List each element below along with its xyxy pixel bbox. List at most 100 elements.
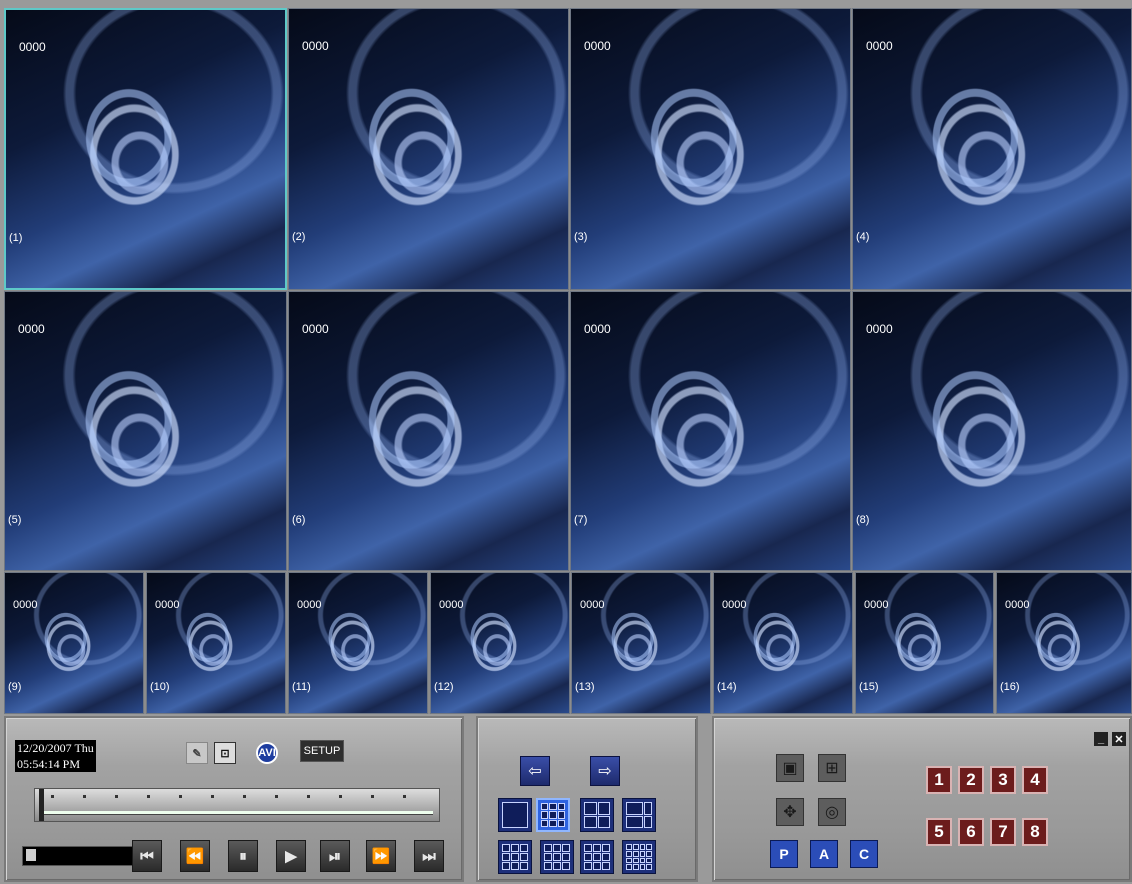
ptz-panel: ▣ ⊞ ✥ ◎ P A C 1 2 3 4 5 6 7 8 _ ✕: [712, 716, 1132, 882]
channel-8-button[interactable]: 8: [1022, 818, 1048, 846]
camera-view-15[interactable]: 0000 (15): [855, 572, 994, 714]
step-forward-icon[interactable]: ⏯: [320, 840, 350, 872]
layout-1plus12-icon[interactable]: [580, 840, 614, 874]
iris-icon[interactable]: ◎: [818, 798, 846, 826]
backup-icon[interactable]: ⊡: [214, 742, 236, 764]
camera-code: 0000: [155, 599, 180, 611]
channel-4-button[interactable]: 4: [1022, 766, 1048, 794]
focus-icon[interactable]: ⊞: [818, 754, 846, 782]
camera-code: 0000: [584, 39, 611, 53]
date-time-display: 12/20/2007 Thu 05:54:14 PM: [15, 740, 96, 772]
auto-pan-icon[interactable]: A: [810, 840, 838, 868]
camera-view-6[interactable]: 0000 (6): [288, 291, 569, 571]
minimize-button[interactable]: _: [1094, 732, 1108, 746]
slider-tick: [179, 795, 182, 798]
zoom-icon[interactable]: ▣: [776, 754, 804, 782]
timeline-slider[interactable]: [34, 788, 440, 822]
camera-code: 0000: [580, 599, 605, 611]
pause-icon[interactable]: ⏸: [228, 840, 258, 872]
slider-tick: [83, 795, 86, 798]
pan-tilt-icon[interactable]: ✥: [776, 798, 804, 826]
skip-start-icon[interactable]: ⏮: [132, 840, 162, 872]
camera-number: (4): [856, 231, 870, 243]
layout-4x4-icon[interactable]: [536, 798, 570, 832]
camera-view-3[interactable]: 0000 (3): [570, 8, 851, 290]
rewind-icon[interactable]: ⏪: [180, 840, 210, 872]
slider-tick: [371, 795, 374, 798]
current-date: 12/20/2007 Thu: [17, 740, 94, 756]
slider-bar: [41, 811, 433, 815]
camera-view-16[interactable]: 0000 (16): [996, 572, 1132, 714]
slider-tick: [339, 795, 342, 798]
camera-view-13[interactable]: 0000 (13): [571, 572, 711, 714]
channel-6-button[interactable]: 6: [958, 818, 984, 846]
channel-1-button[interactable]: 1: [926, 766, 952, 794]
slider-tick: [115, 795, 118, 798]
previous-page-icon[interactable]: ⇦: [520, 756, 550, 786]
slider-tick: [243, 795, 246, 798]
next-page-icon[interactable]: ⇨: [590, 756, 620, 786]
camera-view-14[interactable]: 0000 (14): [713, 572, 853, 714]
speed-slider[interactable]: [22, 846, 136, 866]
camera-code: 0000: [864, 599, 889, 611]
camera-view-2[interactable]: 0000 (2): [288, 8, 569, 290]
slider-tick: [275, 795, 278, 798]
camera-code: 0000: [18, 322, 45, 336]
camera-view-11[interactable]: 0000 (11): [288, 572, 428, 714]
search-log-icon[interactable]: ✎: [186, 742, 208, 764]
fast-forward-icon[interactable]: ⏩: [366, 840, 396, 872]
camera-number: (8): [856, 514, 870, 526]
camera-view-9[interactable]: 0000 (9): [4, 572, 144, 714]
camera-number: (12): [434, 681, 454, 693]
camera-number: (15): [859, 681, 879, 693]
cruise-icon[interactable]: C: [850, 840, 878, 868]
layout-4x4-full-icon[interactable]: [622, 840, 656, 874]
slider-tick: [307, 795, 310, 798]
layout-3x3-icon[interactable]: [498, 840, 532, 874]
camera-view-1[interactable]: 0000 (1): [4, 8, 287, 290]
camera-code: 0000: [297, 599, 322, 611]
camera-number: (6): [292, 514, 306, 526]
preset-icon[interactable]: P: [770, 840, 798, 868]
skip-end-icon[interactable]: ⏭: [414, 840, 444, 872]
camera-number: (7): [574, 514, 588, 526]
camera-number: (5): [8, 514, 22, 526]
current-time: 05:54:14 PM: [17, 756, 94, 772]
camera-code: 0000: [722, 599, 747, 611]
camera-number: (3): [574, 231, 588, 243]
camera-code: 0000: [302, 39, 329, 53]
layout-1plus7-icon[interactable]: [540, 840, 574, 874]
camera-number: (2): [292, 231, 306, 243]
channel-5-button[interactable]: 5: [926, 818, 952, 846]
slider-tick: [51, 795, 54, 798]
speed-slider-thumb[interactable]: [26, 849, 36, 861]
camera-code: 0000: [866, 322, 893, 336]
camera-number: (9): [8, 681, 22, 693]
channel-3-button[interactable]: 3: [990, 766, 1016, 794]
setup-button[interactable]: SETUP: [300, 740, 344, 762]
camera-view-7[interactable]: 0000 (7): [570, 291, 851, 571]
camera-code: 0000: [302, 322, 329, 336]
camera-view-12[interactable]: 0000 (12): [430, 572, 570, 714]
close-button[interactable]: ✕: [1112, 732, 1126, 746]
layout-1plus5-icon[interactable]: [622, 798, 656, 832]
camera-code: 0000: [584, 322, 611, 336]
camera-number: (11): [292, 681, 311, 693]
camera-view-4[interactable]: 0000 (4): [852, 8, 1132, 290]
camera-view-5[interactable]: 0000 (5): [4, 291, 287, 571]
slider-tick: [403, 795, 406, 798]
play-icon[interactable]: ▶: [276, 840, 306, 872]
avi-export-button[interactable]: AVI: [256, 742, 278, 764]
camera-view-10[interactable]: 0000 (10): [146, 572, 286, 714]
channel-2-button[interactable]: 2: [958, 766, 984, 794]
channel-7-button[interactable]: 7: [990, 818, 1016, 846]
slider-thumb[interactable]: [39, 789, 44, 821]
camera-number: (14): [717, 681, 737, 693]
layout-2x2-icon[interactable]: [580, 798, 614, 832]
camera-number: (1): [9, 232, 23, 244]
slider-tick: [211, 795, 214, 798]
camera-view-8[interactable]: 0000 (8): [852, 291, 1132, 571]
camera-code: 0000: [866, 39, 893, 53]
layout-1x1-icon[interactable]: [498, 798, 532, 832]
camera-number: (13): [575, 681, 595, 693]
